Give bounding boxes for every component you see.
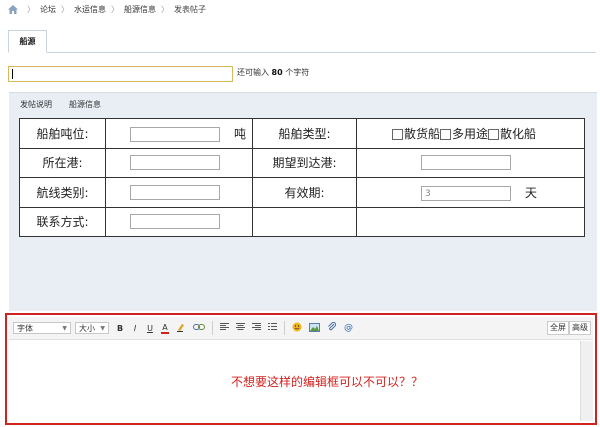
breadcrumb-current: 发表帖子 bbox=[174, 4, 206, 14]
editor-content-area[interactable]: 不想要这样的编辑框可以不可以？？ bbox=[9, 341, 593, 421]
hint-count: 80 bbox=[271, 68, 283, 77]
tonnage-cell: 吨 bbox=[105, 118, 253, 149]
tonnage-unit: 吨 bbox=[234, 126, 247, 141]
advanced-button[interactable]: 高级 bbox=[569, 321, 591, 335]
toolbar-divider bbox=[212, 321, 213, 335]
align-right-icon[interactable] bbox=[252, 323, 261, 333]
checkbox-multipurpose[interactable] bbox=[440, 128, 452, 140]
destination-input[interactable] bbox=[421, 155, 511, 171]
ship-type-options: 散货船 多用途 散化船 bbox=[356, 118, 585, 149]
size-select-label: 大小 bbox=[79, 323, 95, 333]
link-icon[interactable] bbox=[193, 323, 205, 333]
italic-button[interactable]: I bbox=[131, 324, 139, 333]
port-label: 所在港: bbox=[19, 147, 106, 178]
rich-text-editor: 字体 ▼ 大小 ▼ B I U A @ 全屏 高级 不想要这样的编辑框可以不可以… bbox=[5, 313, 597, 425]
editor-toolbar: 字体 ▼ 大小 ▼ B I U A @ 全屏 高级 bbox=[9, 317, 593, 340]
breadcrumb-separator: 〉 bbox=[61, 4, 69, 14]
toolbar-divider bbox=[284, 321, 285, 335]
fullscreen-button[interactable]: 全屏 bbox=[547, 321, 569, 335]
empty-cell bbox=[356, 206, 585, 237]
breadcrumb: 〉 论坛 〉 水运信息 〉 船源信息 〉 发表帖子 bbox=[8, 2, 206, 16]
validity-input[interactable]: 3 bbox=[421, 185, 511, 201]
tonnage-label: 船舶吨位: bbox=[19, 118, 106, 149]
chevron-down-icon: ▼ bbox=[100, 324, 105, 332]
ship-source-form: 船舶吨位: 吨 船舶类型: 散货船 多用途 散化船 所在港: 期望到达港: 航线类别… bbox=[19, 118, 585, 237]
image-icon[interactable] bbox=[309, 322, 320, 334]
highlight-icon[interactable] bbox=[176, 322, 186, 334]
list-icon[interactable] bbox=[268, 323, 277, 333]
font-select[interactable]: 字体 ▼ bbox=[13, 322, 71, 334]
option-multipurpose: 多用途 bbox=[452, 126, 489, 141]
emoji-icon[interactable] bbox=[292, 322, 302, 334]
breadcrumb-separator: 〉 bbox=[161, 4, 169, 14]
checkbox-bulk[interactable] bbox=[392, 128, 403, 140]
text-caret bbox=[12, 69, 13, 79]
option-chemical: 散化船 bbox=[500, 126, 537, 141]
destination-label: 期望到达港: bbox=[252, 147, 357, 178]
ship-type-label: 船舶类型: bbox=[252, 118, 357, 149]
bold-button[interactable]: B bbox=[116, 324, 124, 333]
info-panel-tabs: 发帖说明 船源信息 bbox=[20, 99, 101, 110]
contact-label: 联系方式: bbox=[19, 206, 106, 237]
contact-cell bbox=[105, 206, 253, 237]
contact-input[interactable] bbox=[130, 214, 220, 230]
align-left-icon[interactable] bbox=[220, 323, 229, 333]
hint-prefix: 还可输入 bbox=[237, 68, 272, 77]
tab-posting-instructions[interactable]: 发帖说明 bbox=[20, 99, 52, 110]
at-mention-icon[interactable]: @ bbox=[344, 323, 353, 333]
route-input[interactable] bbox=[130, 184, 220, 200]
attachment-icon[interactable] bbox=[327, 321, 337, 334]
breadcrumb-link-ship-source[interactable]: 船源信息 bbox=[124, 4, 156, 15]
font-select-label: 字体 bbox=[17, 323, 33, 333]
chevron-down-icon: ▼ bbox=[62, 324, 67, 332]
hint-suffix: 个字符 bbox=[282, 68, 310, 77]
tab-bar: 船源 bbox=[8, 30, 596, 53]
option-bulk: 散货船 bbox=[404, 126, 441, 141]
align-center-icon[interactable] bbox=[236, 323, 245, 333]
route-cell bbox=[105, 177, 253, 208]
validity-cell: 3天 bbox=[356, 177, 585, 208]
breadcrumb-separator: 〉 bbox=[111, 4, 119, 14]
checkbox-chemical[interactable] bbox=[488, 128, 500, 140]
breadcrumb-link-forum[interactable]: 论坛 bbox=[40, 4, 56, 15]
title-char-hint: 还可输入 80 个字符 bbox=[237, 67, 309, 78]
home-icon[interactable] bbox=[8, 4, 18, 14]
breadcrumb-separator: 〉 bbox=[27, 4, 35, 14]
font-color-button[interactable]: A bbox=[161, 323, 169, 334]
empty-cell bbox=[252, 206, 357, 237]
destination-cell bbox=[356, 147, 585, 178]
tab-ship-source[interactable]: 船源 bbox=[8, 30, 47, 53]
underline-button[interactable]: U bbox=[146, 324, 154, 333]
size-select[interactable]: 大小 ▼ bbox=[75, 322, 109, 334]
editor-scrollbar[interactable] bbox=[580, 341, 593, 421]
tonnage-input[interactable] bbox=[130, 126, 220, 142]
port-input[interactable] bbox=[130, 155, 220, 171]
title-input[interactable] bbox=[8, 66, 233, 82]
validity-unit: 天 bbox=[525, 185, 538, 200]
breadcrumb-link-shipping-info[interactable]: 水运信息 bbox=[74, 4, 106, 15]
port-cell bbox=[105, 147, 253, 178]
tab-ship-source-info[interactable]: 船源信息 bbox=[69, 99, 101, 110]
validity-label: 有效期: bbox=[252, 177, 357, 208]
editor-content-text: 不想要这样的编辑框可以不可以？？ bbox=[231, 375, 424, 389]
route-label: 航线类别: bbox=[19, 177, 106, 208]
